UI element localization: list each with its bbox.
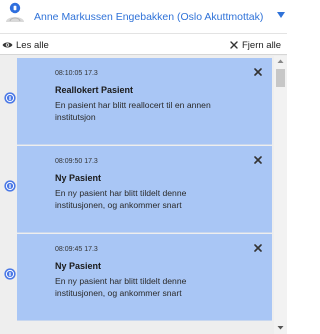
scroll-down-icon[interactable] (274, 322, 287, 333)
notification-title: Reallokert Pasient (55, 85, 134, 95)
close-icon[interactable] (254, 244, 262, 252)
scroll-up-icon[interactable] (274, 56, 287, 67)
close-icon[interactable] (254, 68, 262, 76)
info-icon (4, 180, 16, 192)
user-name[interactable]: Anne Markussen Engebakken (Oslo Akuttmot… (34, 11, 263, 23)
notification-message: En ny pasient har blitt tildelt denne in… (55, 188, 187, 210)
notification-time: 08:10:05 17.3 (55, 70, 98, 77)
notification-title: Ny Pasient (55, 261, 102, 271)
close-icon[interactable] (254, 156, 262, 164)
notification-card[interactable]: 08:09:45 17.3 Ny Pasient En ny pasient h… (4, 234, 272, 321)
notifications-panel: Les alle Fjern alle 08:10:05 17.3 Reallo… (0, 33, 287, 334)
info-icon (4, 92, 16, 104)
scrollbar[interactable] (274, 56, 287, 334)
scrollbar-thumb[interactable] (276, 69, 285, 87)
chevron-down-icon[interactable] (277, 12, 285, 18)
notification-time: 08:09:50 17.3 (55, 158, 98, 165)
notification-card[interactable]: 08:09:50 17.3 Ny Pasient En ny pasient h… (4, 146, 272, 233)
notification-card[interactable]: 08:10:05 17.3 Reallokert Pasient En pasi… (4, 58, 272, 145)
notification-time: 08:09:45 17.3 (55, 246, 98, 253)
notification-title: Ny Pasient (55, 173, 102, 183)
read-all-label: Les alle (16, 39, 49, 51)
notification-message: En pasient har blitt reallocert til en a… (55, 100, 211, 122)
read-all-button[interactable]: Les alle (2, 38, 49, 52)
notification-list: 08:10:05 17.3 Reallokert Pasient En pasi… (0, 56, 287, 334)
notification-message: En ny pasient har blitt tildelt denne in… (55, 276, 187, 298)
info-icon (4, 268, 16, 280)
user-avatar-icon (6, 2, 24, 22)
user-menu[interactable]: Anne Markussen Engebakken (Oslo Akuttmot… (0, 0, 287, 33)
clear-all-label: Fjern alle (242, 39, 282, 51)
notifications-toolbar: Les alle Fjern alle (0, 34, 287, 55)
close-icon (230, 41, 238, 49)
clear-all-button[interactable]: Fjern alle (230, 38, 281, 52)
eye-icon (2, 42, 13, 48)
